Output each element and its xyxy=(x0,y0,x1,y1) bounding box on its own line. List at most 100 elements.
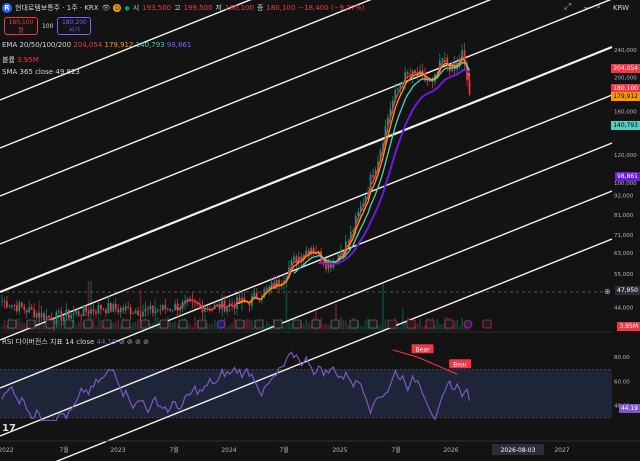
earnings-marker-icon[interactable] xyxy=(311,319,321,329)
earnings-marker-icon[interactable] xyxy=(197,319,207,329)
price-tick-label: 200,000 xyxy=(614,76,637,82)
eye-icon[interactable]: 👁 xyxy=(102,4,111,12)
candle-body xyxy=(129,307,132,315)
volume-bar xyxy=(43,319,45,330)
candle-body xyxy=(8,306,11,308)
volume-bar xyxy=(117,319,120,330)
pin-icon[interactable]: ⤢ xyxy=(564,2,571,12)
rsi-settings-icons[interactable]: ⊘ ⊘ ⊘ ⊘ xyxy=(119,338,149,346)
earnings-marker-icon[interactable] xyxy=(178,319,188,329)
volume-bar xyxy=(302,324,305,330)
earnings-marker-icon[interactable] xyxy=(140,319,150,329)
candle-body xyxy=(169,308,172,311)
candle-body xyxy=(171,310,174,312)
chart-header: R 현대로템보통주 · 1주 · KRX 👁 D ● 시 193,500 고 199… xyxy=(0,0,612,16)
candle-body xyxy=(62,316,65,321)
volume-bar xyxy=(100,319,102,330)
volume-bar xyxy=(6,324,8,330)
volume-bar xyxy=(404,321,407,330)
bear-label: Bear xyxy=(453,361,467,368)
symbol-title[interactable]: 현대로템보통주 · 1주 · KRX xyxy=(15,3,99,13)
earnings-marker-icon[interactable] xyxy=(83,319,93,329)
buy-label: 사기 xyxy=(68,27,80,34)
candle-body xyxy=(11,305,13,307)
candle-body xyxy=(1,301,3,302)
earnings-marker-icon[interactable] xyxy=(368,319,378,329)
earnings-marker-icon[interactable] xyxy=(292,319,302,329)
candle-body xyxy=(67,309,70,319)
time-tick-label: 7월 xyxy=(169,446,178,454)
candle-body xyxy=(18,302,21,312)
chevron-down-icon[interactable]: ⌄ xyxy=(582,2,590,12)
earnings-marker-icon[interactable] xyxy=(425,319,435,329)
high-value: 199,500 xyxy=(183,4,213,12)
earnings-marker-icon[interactable] xyxy=(235,319,245,329)
candle-body xyxy=(176,303,179,311)
volume-bar xyxy=(194,317,196,330)
sma-legend-label: SMA 365 close xyxy=(2,68,54,76)
buy-button[interactable]: 180,200 사기 xyxy=(57,17,92,35)
candle-body xyxy=(152,305,154,313)
earnings-marker-icon[interactable] xyxy=(45,319,55,329)
candle-body xyxy=(443,57,446,59)
search-icon[interactable]: ⌕ xyxy=(596,2,601,12)
volume-bar xyxy=(290,323,293,330)
volume-bar xyxy=(305,319,308,330)
earnings-marker-icon[interactable] xyxy=(482,319,492,329)
volume-bar xyxy=(396,321,399,330)
candle-body xyxy=(15,305,18,312)
candle-body xyxy=(154,311,157,313)
candle-body xyxy=(60,311,63,321)
change-value: −18,400 (−9.27%) xyxy=(298,4,365,12)
candle-body xyxy=(48,315,50,318)
candle-body xyxy=(112,303,115,312)
sell-price: 180,100 xyxy=(8,19,34,26)
spread-value: 100 xyxy=(42,22,54,30)
earnings-marker-icon[interactable] xyxy=(349,319,359,329)
ema-legend[interactable]: EMA 20/50/100/200 204,054 179,912 140,79… xyxy=(2,41,191,49)
earnings-marker-icon[interactable] xyxy=(7,319,17,329)
dividend-badge[interactable]: D xyxy=(113,4,122,12)
earnings-marker-icon[interactable] xyxy=(406,319,416,329)
volume-bar xyxy=(379,324,382,330)
volume-bar xyxy=(132,322,134,330)
volume-bar xyxy=(95,326,97,330)
sma-axis-label: 47,950 xyxy=(615,286,640,295)
candle-body xyxy=(142,311,144,317)
price-tick-label: 240,000 xyxy=(614,48,637,54)
currency-label[interactable]: KRW xyxy=(613,4,629,12)
earnings-marker-icon[interactable] xyxy=(64,319,74,329)
earnings-marker-icon[interactable] xyxy=(330,319,340,329)
current-date-label[interactable]: 2026-08-03 xyxy=(501,447,536,454)
open-value: 193,500 xyxy=(142,4,172,12)
earnings-marker-icon[interactable] xyxy=(387,319,397,329)
volume-bar xyxy=(419,318,421,330)
volume-bar xyxy=(377,325,379,330)
candle-body xyxy=(122,307,125,311)
low-value: 180,100 xyxy=(224,4,254,12)
earnings-marker-icon[interactable] xyxy=(254,319,264,329)
earnings-marker-icon[interactable] xyxy=(463,319,473,329)
earnings-marker-icon[interactable] xyxy=(216,319,226,329)
volume-bar xyxy=(206,323,209,330)
chart-canvas[interactable]: Bear Bear 240,000 200,000 160,000 120,000 100… xyxy=(0,0,640,461)
plus-icon[interactable]: ⊕ xyxy=(604,287,611,296)
candle-body xyxy=(70,315,73,319)
volume-bar xyxy=(3,320,6,330)
earnings-marker-icon[interactable] xyxy=(159,319,169,329)
earnings-marker-icon[interactable] xyxy=(26,319,36,329)
sma-legend[interactable]: SMA 365 close 49,823 xyxy=(2,68,80,76)
candle-body xyxy=(189,298,191,300)
candle-body xyxy=(396,88,399,91)
volume-legend[interactable]: 볼륨 3.95M xyxy=(2,55,39,65)
sell-button[interactable]: 180,100 팔 xyxy=(4,17,38,35)
earnings-marker-icon[interactable] xyxy=(102,319,112,329)
ema200-value: 98,861 xyxy=(166,41,192,49)
rsi-legend[interactable]: RSI 다이버전스 지표 14 close 44.19 ⊘ ⊘ ⊘ ⊘ xyxy=(2,337,149,347)
earnings-marker-icon[interactable] xyxy=(444,319,454,329)
earnings-marker-icon[interactable] xyxy=(121,319,131,329)
volume-bar xyxy=(171,322,174,330)
candle-body xyxy=(58,311,60,313)
earnings-marker-icon[interactable] xyxy=(273,319,283,329)
volume-bar xyxy=(364,320,367,330)
